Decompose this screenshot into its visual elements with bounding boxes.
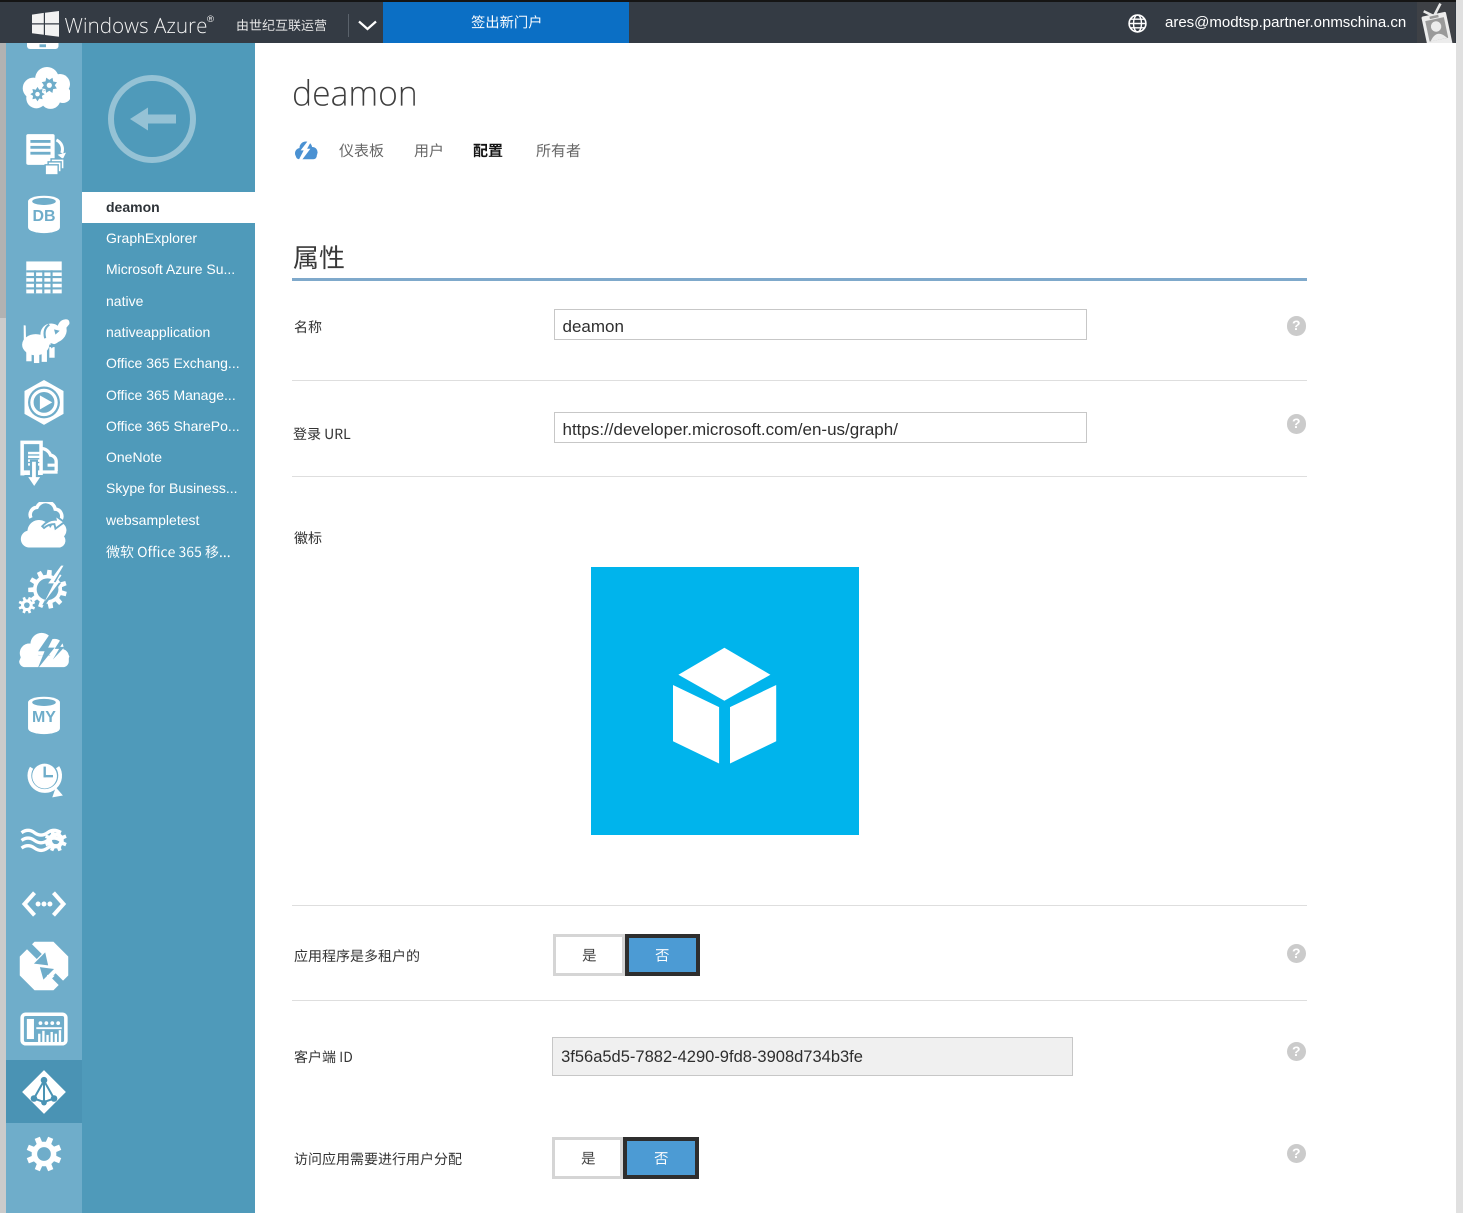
svg-text:DB: DB bbox=[32, 208, 55, 225]
svg-text:MY: MY bbox=[32, 709, 56, 726]
